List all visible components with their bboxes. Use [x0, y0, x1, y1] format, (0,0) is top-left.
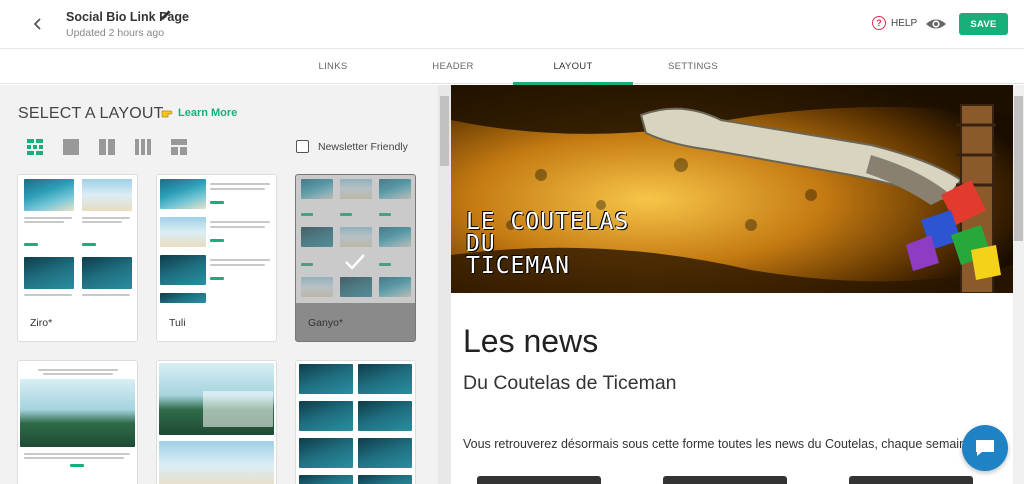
learn-more-link[interactable]: Learn More	[161, 107, 237, 119]
newsletter-checkbox[interactable]	[296, 140, 309, 153]
help-button[interactable]: ? HELP	[872, 16, 917, 30]
embed-block	[849, 476, 973, 484]
preview-eye-icon[interactable]	[925, 15, 947, 33]
layout-thumbnail	[296, 361, 415, 484]
chevron-left-icon	[33, 18, 41, 30]
back-button[interactable]	[28, 14, 48, 34]
page-preview: LE COUTELAS DU TICEMAN Les news Du Coute…	[451, 85, 1013, 484]
newsletter-friendly-toggle[interactable]: Newsletter Friendly	[296, 140, 408, 153]
preview-scroll-thumb[interactable]	[1014, 96, 1023, 241]
top-bar: Social Bio Link Page Updated 2 hours ago…	[0, 0, 1024, 49]
chat-button[interactable]	[962, 425, 1008, 471]
single-column-icon[interactable]	[63, 139, 79, 155]
learn-more-label: Learn More	[178, 107, 238, 119]
layout-panel-scroll-thumb[interactable]	[440, 96, 449, 166]
layout-name: Tuli	[169, 317, 186, 329]
mixed-layout-icon[interactable]	[171, 139, 187, 155]
layout-name: Ziro*	[30, 317, 53, 329]
layout-card-5[interactable]	[156, 360, 277, 484]
layout-card-tuli[interactable]: Tuli	[156, 174, 277, 342]
news-subheading: Du Coutelas de Ticeman	[463, 372, 677, 394]
layout-name: Ganyo*	[308, 317, 344, 329]
tab-settings[interactable]: SETTINGS	[652, 49, 734, 84]
view-mode-selector	[27, 139, 187, 155]
tab-header[interactable]: HEADER	[412, 49, 494, 84]
news-heading: Les news	[463, 323, 599, 359]
last-updated: Updated 2 hours ago	[66, 27, 165, 39]
layout-thumbnail	[157, 361, 276, 484]
layout-card-ziro[interactable]: Ziro*	[17, 174, 138, 342]
hero-title: LE COUTELAS DU TICEMAN	[466, 209, 630, 279]
two-column-icon[interactable]	[99, 139, 115, 155]
layout-panel: SELECT A LAYOUT Learn More Newsletter Fr…	[0, 85, 438, 484]
layout-card-ganyo[interactable]: Ganyo*	[295, 174, 416, 342]
tab-links[interactable]: LINKS	[292, 49, 374, 84]
layout-thumbnail	[296, 175, 415, 303]
save-button[interactable]: SAVE	[959, 13, 1008, 35]
embed-block	[477, 476, 601, 484]
news-body-text: Vous retrouverez désormais sous cette fo…	[463, 437, 977, 451]
layout-thumbnail	[18, 361, 137, 484]
select-layout-title: SELECT A LAYOUT	[18, 105, 164, 122]
chat-bubble-icon	[976, 440, 994, 456]
tab-bar: LINKS HEADER LAYOUT SETTINGS	[0, 49, 1024, 85]
tab-layout[interactable]: LAYOUT	[513, 49, 633, 85]
layout-thumbnail	[157, 175, 276, 303]
layout-card-6[interactable]	[295, 360, 416, 484]
pencil-icon[interactable]	[160, 9, 172, 21]
layout-card-4[interactable]	[17, 360, 138, 484]
grid-view-icon[interactable]	[27, 139, 43, 155]
help-icon: ?	[872, 16, 886, 30]
checkmark-icon	[345, 254, 365, 270]
embed-block	[663, 476, 787, 484]
newsletter-label: Newsletter Friendly	[318, 140, 408, 153]
pointing-hand-icon	[161, 110, 173, 118]
hero-banner: LE COUTELAS DU TICEMAN	[451, 85, 1013, 293]
layout-thumbnail	[18, 175, 137, 303]
three-column-icon[interactable]	[135, 139, 151, 155]
help-label: HELP	[891, 17, 918, 29]
